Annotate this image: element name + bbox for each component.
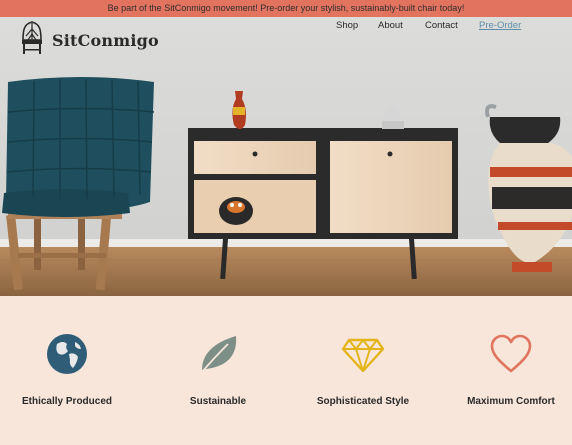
brand[interactable]: SitConmigo: [20, 20, 159, 61]
nav-item-contact[interactable]: Contact: [425, 20, 458, 31]
features-section: Ethically Produced Sustainable Sophistic…: [0, 296, 572, 445]
nav-item-pre-order[interactable]: Pre-Order: [479, 20, 521, 31]
leaf-icon: [153, 332, 283, 376]
feature-maximum-comfort: Maximum Comfort: [446, 332, 572, 407]
feature-label: Ethically Produced: [21, 396, 113, 407]
chair-icon: [20, 20, 44, 61]
feature-ethically-produced: Ethically Produced: [2, 332, 132, 407]
brand-name: SitConmigo: [52, 31, 159, 50]
feature-label: Sustainable: [189, 396, 247, 407]
banner-text: Be part of the SitConmigo movement! Pre-…: [107, 3, 465, 13]
announcement-banner: Be part of the SitConmigo movement! Pre-…: [0, 0, 572, 17]
feature-label: Maximum Comfort: [467, 396, 555, 407]
diamond-icon: [298, 332, 428, 376]
main-nav: Shop About Contact Pre-Order: [272, 20, 572, 36]
nav-item-about[interactable]: About: [378, 20, 403, 31]
globe-icon: [2, 332, 132, 376]
heart-icon: [446, 332, 572, 376]
feature-label: Sophisticated Style: [316, 396, 410, 407]
feature-sustainable: Sustainable: [153, 332, 283, 407]
nav-item-shop[interactable]: Shop: [336, 20, 358, 31]
feature-sophisticated-style: Sophisticated Style: [298, 332, 428, 407]
